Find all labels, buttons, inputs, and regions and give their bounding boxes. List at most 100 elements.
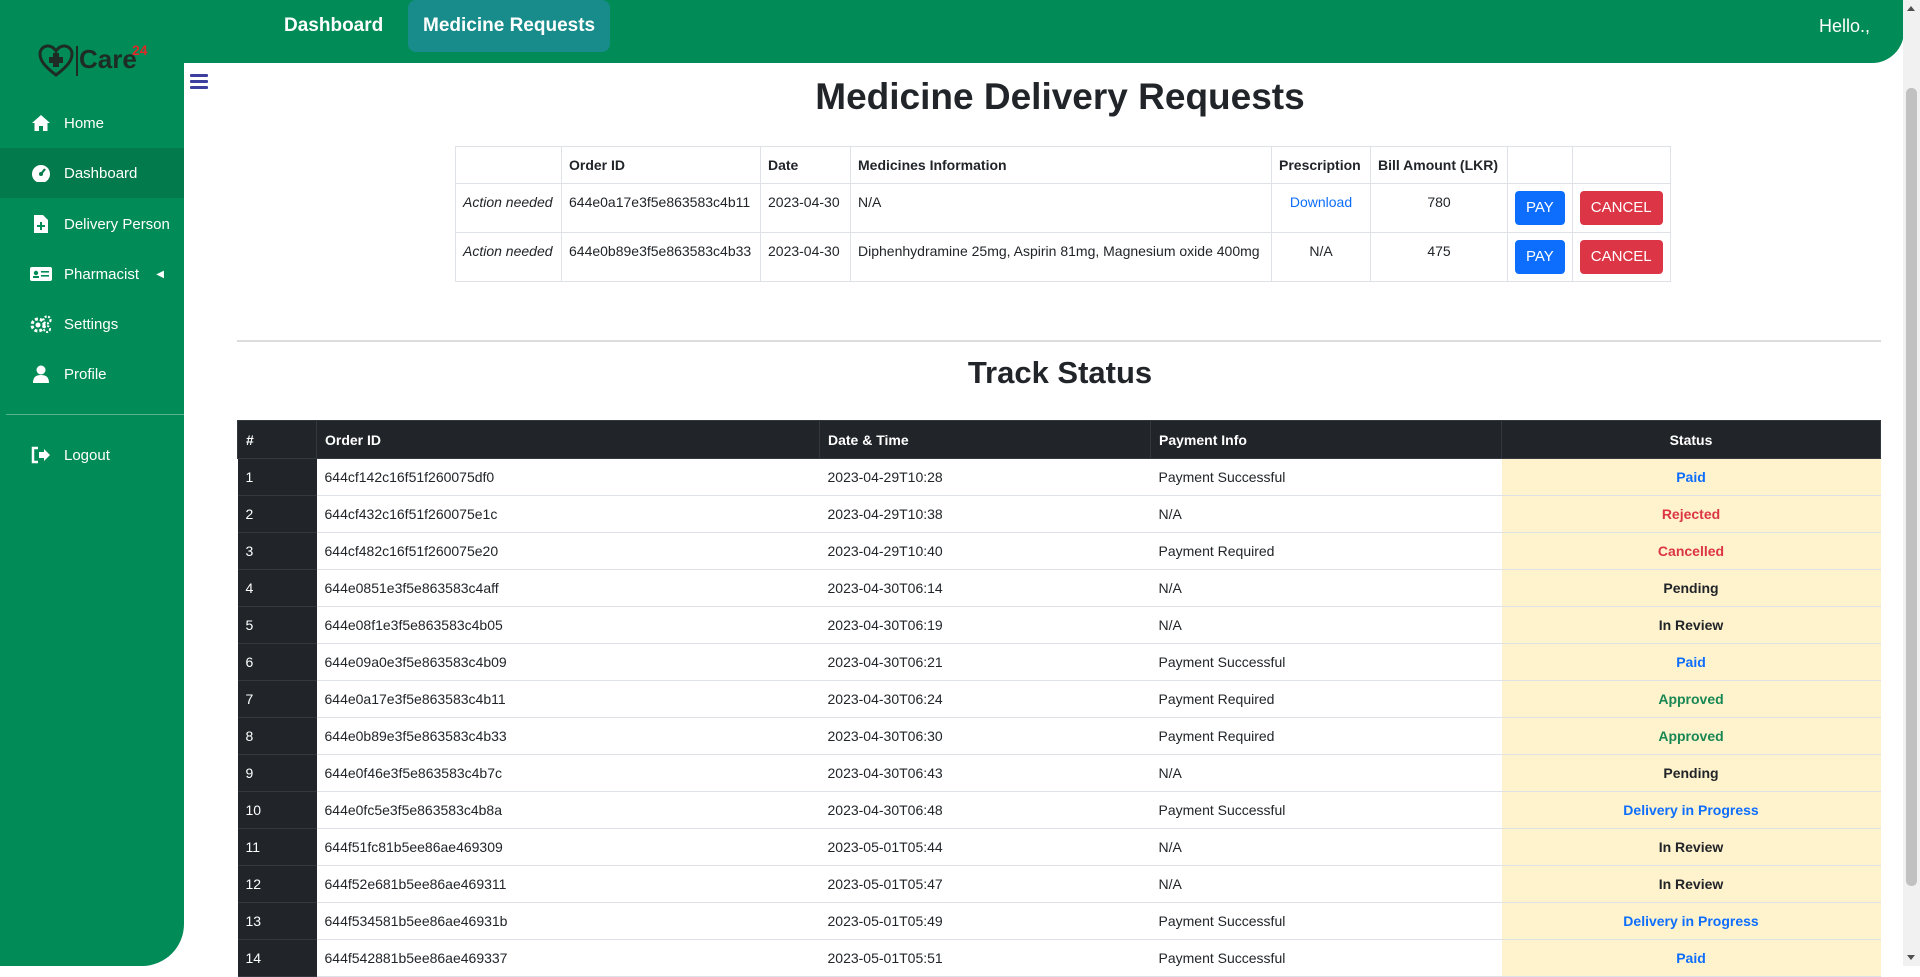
column-header bbox=[455, 146, 562, 184]
column-header: Medicines Information bbox=[850, 146, 1272, 184]
table-row: 6 644e09a0e3f5e863583c4b09 2023-04-30T06:2… bbox=[237, 643, 1881, 681]
table-row: 9 644e0f46e3f5e863583c4b7c 2023-04-30T06:4… bbox=[237, 754, 1881, 792]
payment-info-cell: Payment Successful bbox=[1150, 791, 1502, 829]
column-header: # bbox=[237, 420, 317, 459]
payment-info-cell: Payment Successful bbox=[1150, 643, 1502, 681]
sidebar: Care 24 Home Dashboard Delivery Person P… bbox=[0, 0, 184, 966]
order-id-cell: 644e0fc5e3f5e863583c4b8a bbox=[316, 791, 820, 829]
track-table-body: 1 644cf142c16f51f260075df0 2023-04-29T10:2… bbox=[237, 458, 1881, 977]
payment-info-cell: Payment Required bbox=[1150, 717, 1502, 755]
table-row: 8 644e0b89e3f5e863583c4b33 2023-04-30T06:3… bbox=[237, 717, 1881, 755]
status-cell: Delivery in Progress bbox=[1501, 791, 1881, 829]
date-time-cell: 2023-04-30T06:24 bbox=[819, 680, 1151, 718]
sidebar-item-label: Settings bbox=[64, 315, 119, 333]
id-card-icon bbox=[30, 263, 52, 285]
order-id-cell: 644f51fc81b5ee86ae469309 bbox=[316, 828, 820, 866]
pay-button[interactable]: PAY bbox=[1515, 240, 1565, 274]
order-id-cell: 644cf432c16f51f260075e1c bbox=[316, 495, 820, 533]
sidebar-item-profile[interactable]: Profile bbox=[0, 349, 184, 399]
prescription-cell: N/A bbox=[1271, 232, 1371, 282]
scroll-down-icon[interactable] bbox=[1907, 955, 1915, 960]
sidebar-item-logout[interactable]: Logout bbox=[0, 430, 184, 480]
pay-button[interactable]: PAY bbox=[1515, 191, 1565, 225]
order-id-cell: 644e0a17e3f5e863583c4b11 bbox=[316, 680, 820, 718]
table-row: 14 644f542881b5ee86ae469337 2023-05-01T05:… bbox=[237, 939, 1881, 977]
column-header: Date & Time bbox=[819, 420, 1151, 459]
sidebar-item-label: Delivery Person bbox=[64, 215, 170, 233]
row-number: 14 bbox=[237, 939, 317, 977]
cancel-button[interactable]: CANCEL bbox=[1579, 191, 1663, 225]
column-header: Prescription bbox=[1271, 146, 1371, 184]
payment-info-cell: Payment Required bbox=[1150, 532, 1502, 570]
payment-info-cell: Payment Successful bbox=[1150, 458, 1502, 496]
home-icon bbox=[30, 112, 52, 134]
table-row: 11 644f51fc81b5ee86ae469309 2023-05-01T05:… bbox=[237, 828, 1881, 866]
logo-divider bbox=[76, 46, 78, 76]
row-number: 7 bbox=[237, 680, 317, 718]
action-needed-label: Action needed bbox=[455, 183, 562, 233]
order-id-cell: 644e09a0e3f5e863583c4b09 bbox=[316, 643, 820, 681]
order-id-cell: 644f52e681b5ee86ae469311 bbox=[316, 865, 820, 903]
sidebar-item-label: Profile bbox=[64, 365, 107, 383]
top-navbar: Dashboard Medicine Requests Hello., bbox=[184, 0, 1904, 63]
row-number: 11 bbox=[237, 828, 317, 866]
order-id-cell: 644f542881b5ee86ae469337 bbox=[316, 939, 820, 977]
sidebar-item-label: Logout bbox=[64, 446, 110, 464]
payment-info-cell: N/A bbox=[1150, 606, 1502, 644]
order-id-cell: 644e0b89e3f5e863583c4b33 bbox=[561, 232, 761, 282]
column-header bbox=[1571, 146, 1671, 184]
status-cell: In Review bbox=[1501, 865, 1881, 903]
table-header-row: Order ID Date Medicines Information Pres… bbox=[455, 146, 1671, 184]
column-header: Order ID bbox=[316, 420, 820, 459]
status-cell: Approved bbox=[1501, 717, 1881, 755]
scrollbar-thumb[interactable] bbox=[1906, 88, 1917, 886]
sidebar-item-delivery-person[interactable]: Delivery Person bbox=[0, 199, 184, 249]
vertical-scrollbar[interactable] bbox=[1903, 0, 1920, 966]
sidebar-item-home[interactable]: Home bbox=[0, 98, 184, 148]
order-id-cell: 644e0851e3f5e863583c4aff bbox=[316, 569, 820, 607]
row-number: 8 bbox=[237, 717, 317, 755]
logo-text: Care bbox=[79, 44, 137, 74]
order-id-cell: 644cf482c16f51f260075e20 bbox=[316, 532, 820, 570]
download-link[interactable]: Download bbox=[1290, 194, 1352, 210]
date-time-cell: 2023-04-30T06:21 bbox=[819, 643, 1151, 681]
user-greeting[interactable]: Hello., bbox=[1819, 0, 1870, 52]
row-number: 10 bbox=[237, 791, 317, 829]
date-cell: 2023-04-30 bbox=[760, 183, 851, 233]
sidebar-item-dashboard[interactable]: Dashboard bbox=[0, 148, 184, 198]
medicines-cell: Diphenhydramine 25mg, Aspirin 81mg, Magn… bbox=[850, 232, 1272, 282]
date-time-cell: 2023-05-01T05:47 bbox=[819, 865, 1151, 903]
row-number: 12 bbox=[237, 865, 317, 903]
page-title: Medicine Delivery Requests bbox=[815, 76, 1305, 117]
payment-info-cell: N/A bbox=[1150, 865, 1502, 903]
order-id-cell: 644cf142c16f51f260075df0 bbox=[316, 458, 820, 496]
column-header: Status bbox=[1501, 420, 1881, 459]
user-icon bbox=[30, 363, 52, 385]
scroll-up-icon[interactable] bbox=[1907, 6, 1915, 11]
app-logo[interactable]: Care 24 bbox=[38, 42, 158, 78]
date-cell: 2023-04-30 bbox=[760, 232, 851, 282]
payment-info-cell: N/A bbox=[1150, 828, 1502, 866]
status-cell: Paid bbox=[1501, 939, 1881, 977]
date-time-cell: 2023-04-30T06:14 bbox=[819, 569, 1151, 607]
row-number: 1 bbox=[237, 458, 317, 496]
pay-cell: PAY bbox=[1507, 232, 1573, 282]
sidebar-item-settings[interactable]: Settings bbox=[0, 299, 184, 349]
nav-tab-dashboard[interactable]: Dashboard bbox=[269, 0, 398, 52]
row-number: 9 bbox=[237, 754, 317, 792]
sidebar-item-pharmacist[interactable]: Pharmacist ◀ bbox=[0, 249, 184, 299]
cancel-cell: CANCEL bbox=[1571, 232, 1671, 282]
caret-left-icon: ◀ bbox=[156, 268, 164, 280]
column-header bbox=[1507, 146, 1573, 184]
pay-cell: PAY bbox=[1507, 183, 1573, 233]
cancel-button[interactable]: CANCEL bbox=[1579, 240, 1663, 274]
table-header-row: # Order ID Date & Time Payment Info Stat… bbox=[237, 420, 1881, 459]
payment-info-cell: Payment Successful bbox=[1150, 939, 1502, 977]
medicines-cell: N/A bbox=[850, 183, 1272, 233]
row-number: 13 bbox=[237, 902, 317, 940]
bill-amount-cell: 475 bbox=[1370, 232, 1508, 282]
column-header: Bill Amount (LKR) bbox=[1370, 146, 1508, 184]
table-row: 2 644cf432c16f51f260075e1c 2023-04-29T10:3… bbox=[237, 495, 1881, 533]
nav-tab-medicine-requests[interactable]: Medicine Requests bbox=[408, 0, 611, 52]
table-row: 4 644e0851e3f5e863583c4aff 2023-04-30T06:1… bbox=[237, 569, 1881, 607]
